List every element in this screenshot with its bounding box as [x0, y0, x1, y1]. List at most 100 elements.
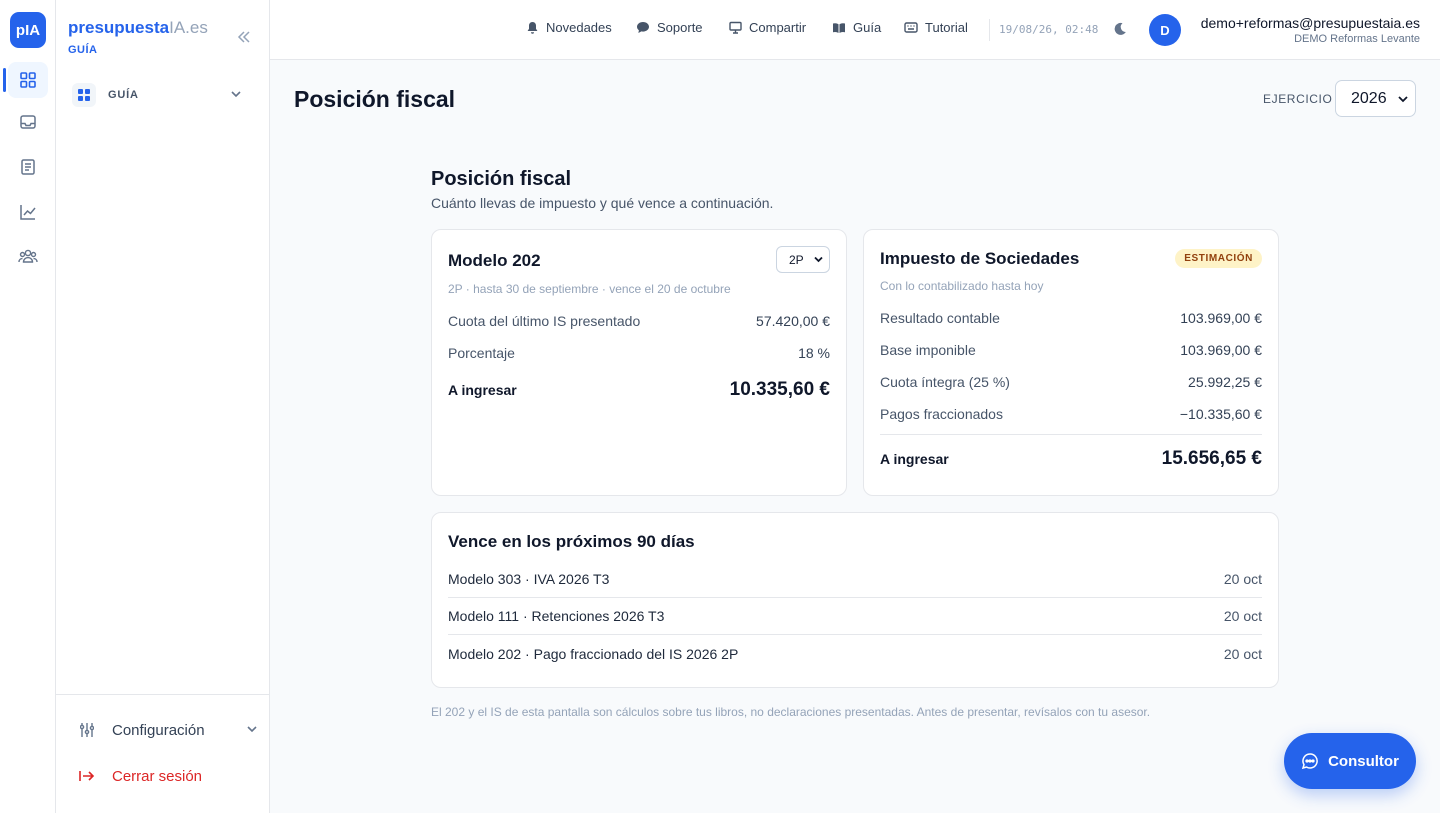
nav-label: Soporte [657, 20, 703, 35]
due-label: Modelo 303 · IVA 2026 T3 [448, 571, 610, 587]
row-value: 103.969,00 € [1180, 310, 1262, 326]
sidebar-footer: Configuración Cerrar sesión [56, 694, 270, 813]
chevron-down-icon [1398, 95, 1408, 103]
row-label: Cuota del último IS presentado [448, 313, 641, 329]
card-title: Vence en los próximos 90 días [448, 532, 695, 551]
nav-tutorial[interactable]: Tutorial [904, 20, 968, 35]
avatar[interactable]: D [1149, 14, 1181, 46]
logout-icon [78, 770, 96, 782]
chevrons-left-icon [237, 31, 250, 43]
nav-novedades[interactable]: Novedades [526, 20, 612, 35]
nav-label: Tutorial [925, 20, 968, 35]
list-item[interactable]: Modelo 202 · Pago fraccionado del IS 202… [448, 635, 1262, 672]
list-item[interactable]: Modelo 111 · Retenciones 2026 T3 20 oct [448, 598, 1262, 635]
row-label: Cuota íntegra (25 %) [880, 374, 1010, 390]
row-value: 25.992,25 € [1188, 374, 1262, 390]
icon-rail: pIA [0, 0, 56, 813]
divider [880, 434, 1262, 435]
rail-active-indicator [3, 68, 6, 92]
chat-icon [1301, 753, 1318, 770]
nav-label: Guía [853, 20, 882, 35]
nav-compartir[interactable]: Compartir [729, 20, 806, 35]
grid-icon [72, 83, 96, 107]
monitor-icon [729, 21, 742, 34]
due-label: Modelo 111 · Retenciones 2026 T3 [448, 608, 665, 624]
disclaimer-note: El 202 y el IS de esta pantalla son cálc… [431, 705, 1151, 719]
chevron-down-icon [814, 256, 823, 263]
ejercicio-label: EJERCICIO [1263, 92, 1333, 106]
total-row: A ingresar 15.656,65 € [880, 448, 1262, 470]
due-deadlines-card: Vence en los próximos 90 días Modelo 303… [431, 512, 1279, 688]
row-value: 57.420,00 € [756, 313, 830, 329]
user-organization: DEMO Reformas Levante [1294, 33, 1420, 45]
moon-icon [1114, 22, 1126, 35]
chart-line-icon [20, 205, 36, 220]
team-icon [18, 249, 38, 263]
card-title: Impuesto de Sociedades [880, 249, 1080, 268]
row-label: Base imponible [880, 342, 976, 358]
logout-button[interactable]: Cerrar sesión [78, 764, 258, 788]
impuesto-sociedades-card: Impuesto de Sociedades ESTIMACIÓN Con lo… [863, 229, 1279, 496]
page-title: Posición fiscal [294, 86, 456, 112]
chevron-down-icon [230, 88, 242, 100]
due-date: 20 oct [1223, 645, 1262, 662]
settings-label: Configuración [112, 721, 205, 739]
ejercicio-value: 2026 [1351, 89, 1387, 107]
logout-label: Cerrar sesión [112, 767, 203, 785]
rail-analytics-button[interactable] [8, 194, 48, 230]
value-row: Cuota del último IS presentado 57.420,00… [448, 311, 830, 331]
rail-inbox-button[interactable] [8, 104, 48, 140]
chevron-down-icon [246, 723, 258, 735]
period-value: 2P [789, 252, 804, 267]
row-value: −10.335,60 € [1179, 406, 1262, 422]
row-value: 103.969,00 € [1180, 342, 1262, 358]
inbox-icon [20, 115, 36, 129]
nav-soporte[interactable]: Soporte [636, 20, 703, 35]
section-subtitle: Cuánto llevas de impuesto y qué vence a … [431, 195, 774, 211]
dashboard-icon [20, 72, 36, 88]
book-icon [833, 22, 845, 33]
section-title: Posición fiscal [431, 168, 572, 190]
row-label: Porcentaje [448, 345, 515, 361]
datetime-display: 19/08/26, 02:48 [999, 23, 1099, 36]
card-title: Modelo 202 [448, 251, 541, 270]
ejercicio-select[interactable]: 2026 [1335, 80, 1416, 117]
settings-menu[interactable]: Configuración [78, 718, 258, 742]
nav-label: Novedades [546, 20, 612, 35]
nav-group-label: GUÍA [108, 89, 139, 101]
due-label: Modelo 202 · Pago fraccionado del IS 202… [448, 645, 739, 662]
app-logo[interactable]: pIA [10, 12, 46, 48]
due-date: 20 oct [1223, 571, 1262, 587]
rail-documents-button[interactable] [8, 149, 48, 185]
row-value: 18 % [798, 345, 830, 361]
chat-bubble-icon [637, 22, 649, 33]
rail-team-button[interactable] [8, 238, 48, 274]
period-select[interactable]: 2P [776, 246, 830, 273]
rail-dashboard-button[interactable] [8, 62, 48, 98]
list-item[interactable]: Modelo 303 · IVA 2026 T3 20 oct [448, 561, 1262, 598]
consultor-button[interactable]: Consultor [1284, 733, 1416, 789]
user-email[interactable]: demo+reformas@presupuestaia.es [1201, 15, 1420, 31]
sidebar: presupuestaIA.es GUÍA GUÍA Configuración… [56, 0, 270, 813]
nav-guia[interactable]: Guía [832, 20, 881, 35]
total-value: 10.335,60 € [729, 379, 830, 400]
row-label: Pagos fraccionados [880, 406, 1003, 422]
value-row: Resultado contable 103.969,00 € [880, 308, 1262, 328]
card-subtitle: Con lo contabilizado hasta hoy [880, 279, 1044, 293]
total-value: 15.656,65 € [1161, 448, 1262, 469]
keyboard-icon [904, 22, 918, 33]
top-bar: Novedades Soporte Compartir Guía Tutoria… [270, 0, 1440, 60]
sliders-icon [78, 722, 96, 738]
brand-name[interactable]: presupuestaIA.es [68, 18, 208, 38]
card-subtitle: 2P · hasta 30 de septiembre · vence el 2… [448, 282, 731, 296]
value-row: Porcentaje 18 % [448, 343, 830, 363]
dark-mode-toggle[interactable] [1112, 21, 1128, 37]
collapse-sidebar-button[interactable] [237, 30, 251, 44]
row-label: Resultado contable [880, 310, 1000, 326]
nav-label: Compartir [749, 20, 807, 35]
nav-group-guia[interactable]: GUÍA [72, 82, 254, 108]
total-label: A ingresar [448, 382, 517, 398]
topbar-divider [989, 19, 990, 41]
brand-part-2: IA.es [169, 18, 208, 37]
brand-subtitle: GUÍA [68, 44, 98, 56]
